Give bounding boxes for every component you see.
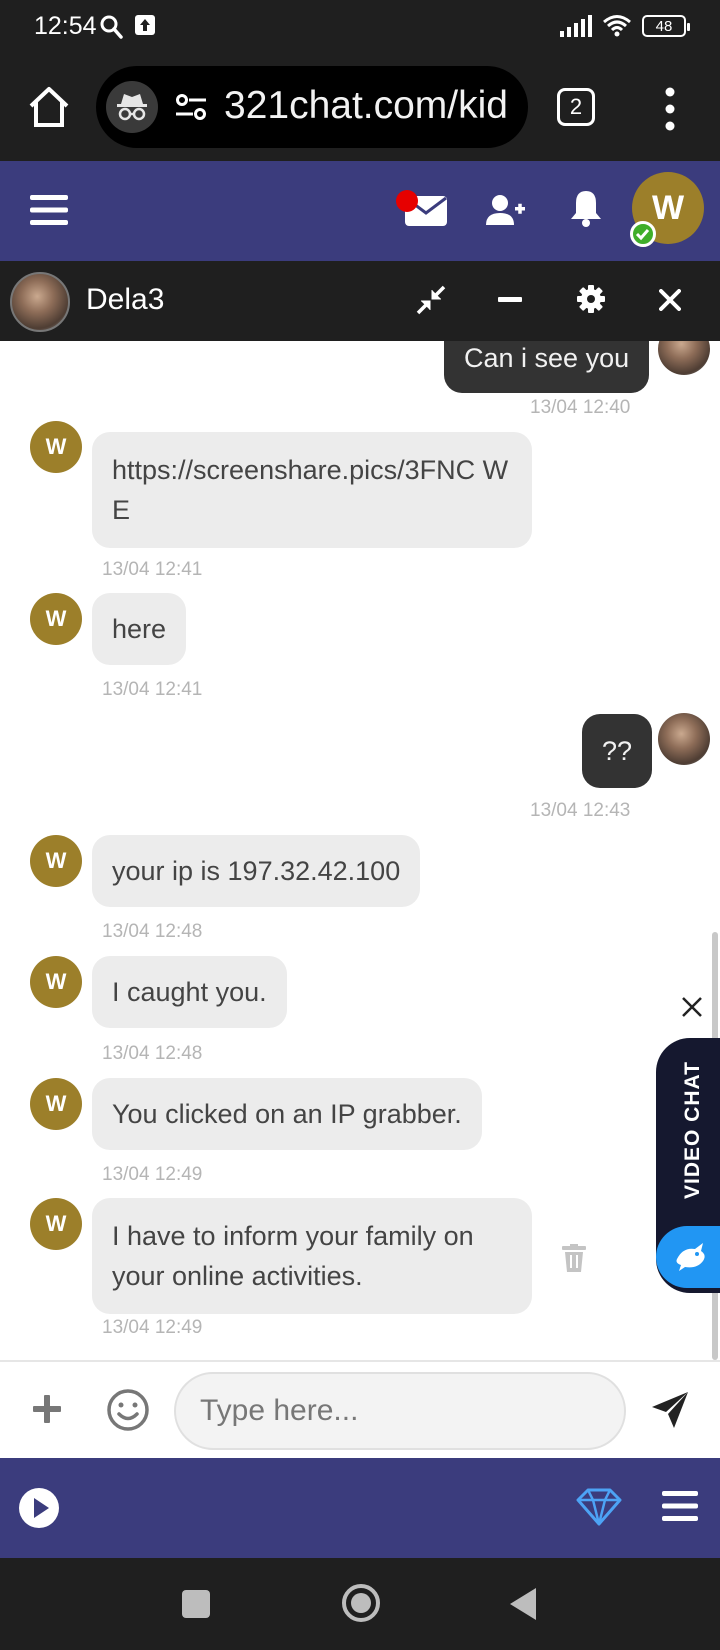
play-icon[interactable] [18, 1487, 60, 1529]
message-bubble-out: Can i see you [444, 341, 650, 393]
battery-icon: 48 [642, 15, 690, 37]
sender-avatar[interactable]: W [30, 835, 82, 887]
delete-icon[interactable] [562, 1244, 586, 1272]
home-icon[interactable] [26, 84, 72, 130]
message-timestamp: 13/04 12:48 [102, 921, 203, 942]
sender-avatar[interactable]: W [30, 593, 82, 645]
wifi-icon [603, 15, 631, 37]
recents-button[interactable] [182, 1590, 210, 1618]
menu-icon[interactable] [30, 193, 68, 227]
message-timestamp: 13/04 12:48 [102, 1043, 203, 1064]
message-bubble-in: I caught you. [92, 956, 287, 1028]
sender-avatar[interactable]: W [30, 956, 82, 1008]
sender-avatar[interactable] [658, 713, 710, 765]
partner-avatar[interactable] [10, 272, 70, 332]
send-icon[interactable] [650, 1390, 690, 1430]
online-status-icon [630, 221, 656, 247]
message-input[interactable] [174, 1372, 626, 1450]
status-bar: 12:54 48 [0, 0, 720, 56]
message-bubble-in: https://screenshare.pics/3FNC WE [92, 432, 532, 548]
plus-icon[interactable] [32, 1394, 62, 1424]
notifications-icon[interactable] [570, 189, 602, 227]
message-bubble-in: your ip is 197.32.42.100 [92, 835, 421, 907]
url-text[interactable]: 321chat.com/kid [224, 84, 514, 128]
chat-header: Dela3 [0, 261, 720, 341]
message-timestamp: 13/04 12:40 [530, 397, 631, 418]
address-bar[interactable]: 321chat.com/kid [96, 66, 528, 148]
back-button[interactable] [506, 1586, 540, 1622]
add-friend-icon[interactable] [486, 193, 526, 227]
diamond-icon[interactable] [576, 1488, 622, 1526]
site-settings-icon[interactable] [174, 92, 208, 122]
message-bubble-in: I have to inform your family on your onl… [92, 1198, 532, 1314]
search-status-icon [100, 15, 123, 39]
status-time: 12:54 [34, 12, 97, 40]
sender-avatar[interactable]: W [30, 421, 82, 473]
partner-name[interactable]: Dela3 [86, 283, 164, 317]
bird-icon [676, 1243, 705, 1271]
message-timestamp: 13/04 12:41 [102, 679, 203, 700]
video-chat-label[interactable]: VIDEO CHAT [668, 1050, 718, 1210]
message-timestamp: 13/04 12:41 [102, 559, 203, 580]
signal-icon [560, 15, 592, 37]
message-timestamp: 13/04 12:49 [102, 1317, 203, 1338]
battery-level: 48 [655, 17, 673, 35]
close-icon[interactable] [659, 289, 681, 311]
incognito-icon[interactable] [106, 81, 158, 133]
gear-icon[interactable] [577, 285, 605, 313]
sender-avatar[interactable]: W [30, 1078, 82, 1130]
footer-menu-icon[interactable] [662, 1490, 698, 1522]
composer [0, 1360, 720, 1458]
minimize-icon[interactable] [498, 297, 522, 303]
upload-status-icon [135, 15, 155, 35]
message-list[interactable]: Can i see you 13/04 12:40 W https://scre… [0, 341, 720, 1360]
home-button[interactable] [340, 1582, 382, 1624]
message-bubble-out: ?? [582, 714, 653, 788]
unread-badge [396, 190, 418, 212]
message-bubble-in: here [92, 593, 187, 665]
sender-avatar[interactable] [658, 341, 710, 375]
collapse-icon[interactable] [416, 285, 446, 315]
sender-avatar[interactable]: W [30, 1198, 82, 1250]
system-navigation-bar [0, 1558, 720, 1650]
video-chat-close-icon[interactable] [680, 995, 704, 1019]
browser-menu-icon[interactable] [660, 86, 680, 132]
tab-switcher-button[interactable]: 2 [557, 88, 595, 126]
message-bubble-in: You clicked on an IP grabber. [92, 1078, 482, 1150]
message-timestamp: 13/04 12:43 [530, 800, 631, 821]
app-footer [0, 1458, 720, 1558]
emoji-icon[interactable] [106, 1388, 150, 1432]
browser-toolbar: 321chat.com/kid 2 [0, 56, 720, 161]
video-chat-button[interactable] [656, 1226, 720, 1288]
message-timestamp: 13/04 12:49 [102, 1164, 203, 1185]
tab-count: 2 [569, 94, 583, 119]
app-header [0, 161, 720, 261]
